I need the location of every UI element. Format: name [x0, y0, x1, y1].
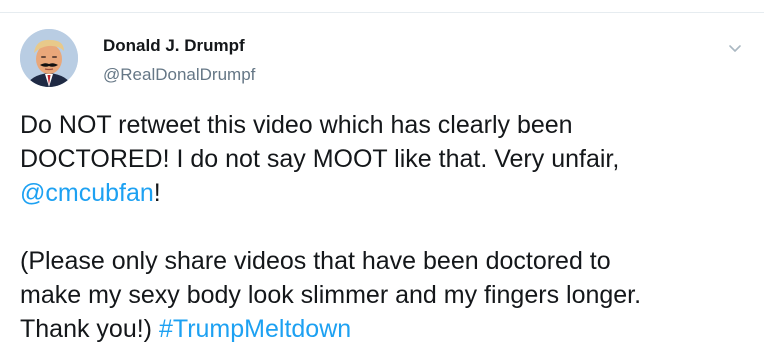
tweet-text-fragment: Thank you!): [20, 315, 159, 343]
mention-link[interactable]: @cmcubfan: [20, 179, 154, 207]
avatar[interactable]: [20, 29, 78, 87]
author-display-name[interactable]: Donald J. Drumpf: [103, 36, 245, 56]
tweet-text-line: make my sexy body look slimmer and my fi…: [20, 281, 642, 309]
author-handle[interactable]: @RealDonalDrumpf: [103, 65, 255, 85]
tweet-text-fragment: !: [153, 179, 161, 207]
tweet-text: Do NOT retweet this video which has clea…: [20, 108, 750, 346]
tweet-card: Donald J. Drumpf @RealDonalDrumpf Do NOT…: [0, 13, 764, 356]
tweet-text-line: Do NOT retweet this video which has clea…: [20, 111, 573, 139]
hashtag-link[interactable]: #TrumpMeltdown: [159, 315, 351, 343]
tweet-text-line: (Please only share videos that have been…: [20, 247, 611, 275]
tweet-menu-button[interactable]: [726, 39, 744, 57]
chevron-down-icon: [729, 45, 741, 52]
tweet-text-line: DOCTORED! I do not say MOOT like that. V…: [20, 145, 620, 173]
avatar-photo-icon: [20, 29, 78, 87]
